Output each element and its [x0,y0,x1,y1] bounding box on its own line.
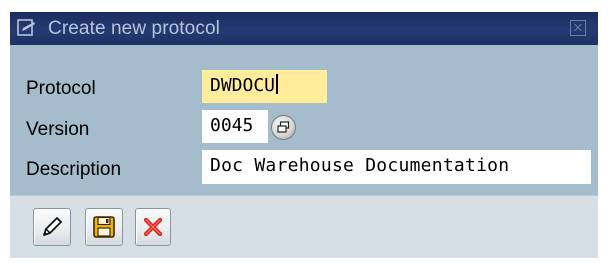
edit-button[interactable] [33,208,71,246]
protocol-label: Protocol [26,78,96,99]
protocol-input[interactable]: DWDOCU [202,70,327,103]
dialog-toolbar [10,195,598,258]
possible-entries-button[interactable] [271,115,296,140]
possible-entries-icon [277,121,290,133]
create-protocol-dialog: Create new protocol Protocol DWDOCU Vers… [0,0,615,263]
dialog-title-bar: Create new protocol [10,12,598,45]
description-value: Doc Warehouse Documentation [210,155,510,176]
pencil-icon [43,217,62,236]
protocol-value: DWDOCU [210,75,276,96]
version-label: Version [26,119,90,140]
save-icon [93,216,115,238]
dialog-title: Create new protocol [48,18,220,39]
text-cursor [276,74,279,94]
description-label: Description [26,159,122,180]
create-document-icon [17,19,37,37]
save-button[interactable] [85,208,123,246]
close-icon[interactable] [570,20,586,36]
form-area: Protocol DWDOCU Version 0045 Description… [10,45,598,195]
version-value: 0045 [210,115,254,136]
cancel-icon [143,217,163,237]
description-input[interactable]: Doc Warehouse Documentation [202,150,591,184]
cancel-button[interactable] [135,208,171,246]
version-input[interactable]: 0045 [202,110,268,143]
